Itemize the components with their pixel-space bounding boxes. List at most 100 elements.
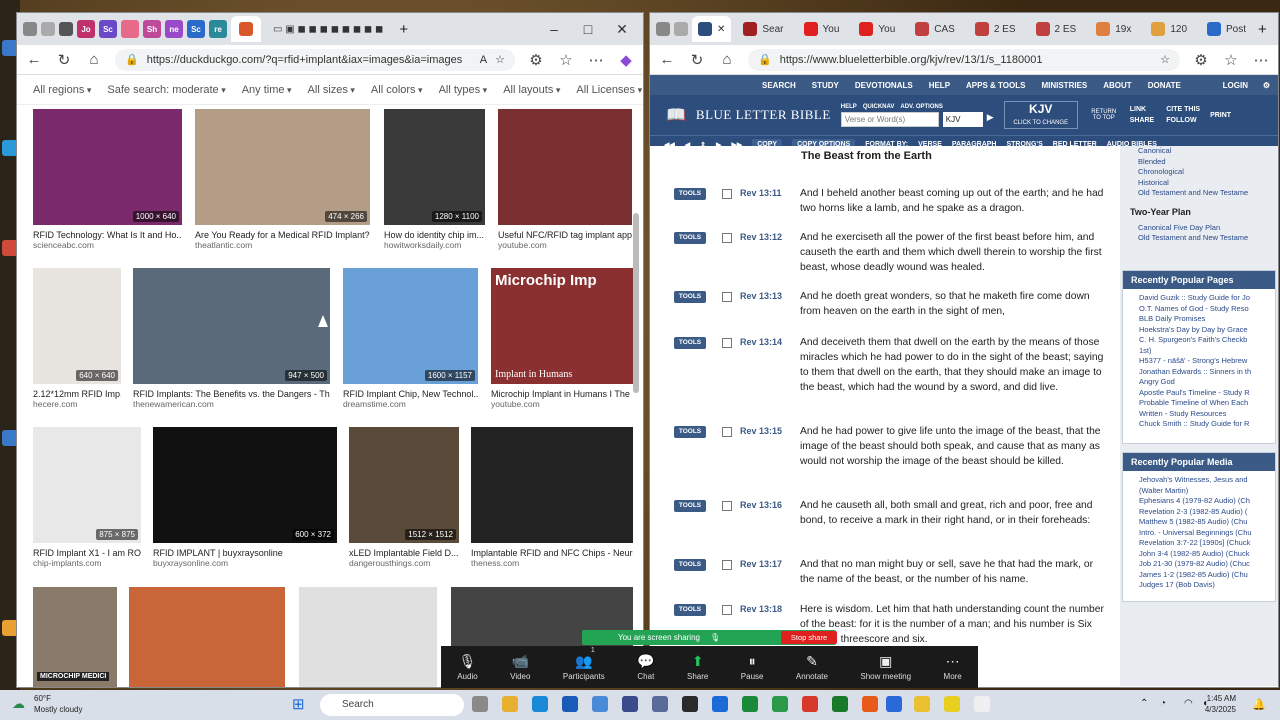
stop-share-button[interactable]: Stop share: [781, 631, 837, 644]
nav-devotionals[interactable]: DEVOTIONALS: [855, 81, 913, 90]
tab[interactable]: CAS: [907, 16, 963, 42]
profile-icon[interactable]: [23, 22, 37, 36]
tab-active-duckduckgo[interactable]: [231, 16, 261, 42]
image-title[interactable]: 2.12*12mm RFID Imp...: [33, 389, 121, 399]
blb-logo-icon[interactable]: 📖: [666, 105, 686, 125]
image-result-card[interactable]: 1000 × 640 RFID Technology: What Is It an…: [33, 109, 182, 250]
tab[interactable]: 2 ES: [967, 16, 1024, 42]
nav-help[interactable]: HELP: [929, 81, 950, 90]
verse-reference[interactable]: Rev 13:16: [740, 500, 800, 528]
image-title[interactable]: Useful NFC/RFID tag implant applic...: [498, 230, 632, 240]
verse-reference[interactable]: Rev 13:17: [740, 559, 800, 587]
verse-search-input[interactable]: Verse or Word(s): [840, 111, 939, 127]
tools-button[interactable]: TOOLS: [674, 500, 706, 512]
nav-ministries[interactable]: MINISTRIES: [1041, 81, 1087, 90]
nav-apps-tools[interactable]: APPS & TOOLS: [966, 81, 1025, 90]
image-result-card[interactable]: 640 × 640 2.12*12mm RFID Imp... hecere.com: [33, 268, 121, 409]
image-source[interactable]: scienceabc.com: [33, 240, 182, 250]
copy-verse-icon[interactable]: [722, 338, 732, 348]
verse-reference[interactable]: Rev 13:12: [740, 232, 800, 275]
sidebar-link[interactable]: Written - Study Resources: [1139, 409, 1271, 420]
scrollbar[interactable]: [633, 213, 639, 393]
sidebar-link[interactable]: 1st): [1139, 346, 1271, 357]
settings-app-icon[interactable]: [652, 696, 668, 712]
quicknav-link[interactable]: QUICKNAV: [863, 104, 895, 110]
image-title[interactable]: RFID Implant Chip, New Technol...: [343, 389, 478, 399]
image-result-card[interactable]: Microchip Imp Implant in Humans Microchip …: [491, 268, 633, 409]
tab[interactable]: 2 ES: [1028, 16, 1085, 42]
image-thumbnail[interactable]: 875 × 875: [33, 427, 141, 543]
favorites-icon[interactable]: ☆: [1222, 51, 1240, 69]
search-go-button[interactable]: ▶: [987, 112, 994, 127]
sidebar-link[interactable]: C. H. Spurgeon's Faith's Checkb: [1139, 335, 1271, 346]
copy-verse-icon[interactable]: [722, 560, 732, 570]
image-source[interactable]: chip-implants.com: [33, 558, 141, 568]
new-tab-button[interactable]: +: [1258, 21, 1267, 38]
sidebar-link[interactable]: Old Testament and New Testame: [1138, 233, 1272, 244]
tab-favicon[interactable]: Jo: [77, 20, 95, 38]
sidebar-link[interactable]: Canonical Five Day Plan: [1138, 223, 1272, 234]
image-source[interactable]: dreamstime.com: [343, 399, 478, 409]
tab-favicon[interactable]: [121, 20, 139, 38]
image-thumbnail[interactable]: [498, 109, 632, 225]
version-select[interactable]: KJV: [942, 111, 983, 127]
network-icon[interactable]: ◔: [1160, 698, 1166, 709]
tools-button[interactable]: TOOLS: [674, 559, 706, 571]
sidebar-link[interactable]: Historical: [1138, 178, 1272, 189]
image-source[interactable]: buyxraysonline.com: [153, 558, 337, 568]
help-link[interactable]: HELP: [841, 104, 857, 110]
sidebar-link[interactable]: Chuck Smith :: Study Guide for R: [1139, 419, 1271, 430]
image-source[interactable]: youtube.com: [491, 399, 633, 409]
image-thumbnail[interactable]: [129, 587, 285, 687]
sidebar-link[interactable]: Jonathan Edwards :: Sinners in th: [1139, 367, 1271, 378]
verse-reference[interactable]: Rev 13:14: [740, 337, 800, 395]
image-result-card[interactable]: Useful NFC/RFID tag implant applic...you…: [498, 109, 632, 250]
copy-verse-icon[interactable]: [722, 501, 732, 511]
filter-size[interactable]: All sizes: [308, 84, 355, 96]
app-icon[interactable]: [712, 696, 728, 712]
sidebar-link[interactable]: Revelation 3:7-22 [1990s] (Chuck: [1139, 538, 1271, 549]
read-aloud-icon[interactable]: A: [480, 54, 487, 66]
image-source[interactable]: howitworksdaily.com: [384, 240, 485, 250]
file-explorer-icon[interactable]: [502, 696, 518, 712]
nav-donate[interactable]: DONATE: [1148, 81, 1181, 90]
image-result-card[interactable]: [129, 587, 285, 687]
copy-verse-icon[interactable]: [722, 189, 732, 199]
refresh-icon[interactable]: ↻: [55, 51, 73, 69]
settings-icon[interactable]: ⚙: [1263, 81, 1270, 90]
follow-button[interactable]: FOLLOW: [1166, 117, 1200, 124]
image-title[interactable]: RFID IMPLANT | buyxraysonline: [153, 548, 337, 558]
profile-icon[interactable]: [656, 22, 670, 36]
edge-icon[interactable]: [532, 696, 548, 712]
image-title[interactable]: Microchip Implant in Humans I The F...: [491, 389, 633, 399]
workspaces-icon[interactable]: [41, 22, 55, 36]
login-link[interactable]: LOGIN: [1223, 81, 1248, 90]
image-thumbnail[interactable]: 600 × 372: [153, 427, 337, 543]
zoom-audio-button[interactable]: 🎙 Audio: [457, 653, 477, 681]
app-icon[interactable]: [772, 696, 788, 712]
home-icon[interactable]: ⌂: [718, 51, 736, 68]
sidebar-link[interactable]: Revelation 2-3 (1982-85 Audio) (: [1139, 507, 1271, 518]
sidebar-link[interactable]: Hoekstra's Day by Day by Grace: [1139, 325, 1271, 336]
sidebar-link[interactable]: Job 21-30 (1979-82 Audio) (Chuc: [1139, 559, 1271, 570]
extensions-icon[interactable]: ⚙: [527, 51, 545, 69]
tab-favicon[interactable]: re: [209, 20, 227, 38]
image-title[interactable]: How do identity chip im...: [384, 230, 485, 240]
sidebar-link[interactable]: Jehovah's Witnesses, Jesus and: [1139, 475, 1271, 486]
app-icon[interactable]: [914, 696, 930, 712]
image-source[interactable]: theness.com: [471, 558, 633, 568]
tools-button[interactable]: TOOLS: [674, 426, 706, 438]
image-thumbnail[interactable]: 1280 × 1100: [384, 109, 485, 225]
image-result-card[interactable]: 947 × 500 RFID Implants: The Benefits vs.…: [133, 268, 330, 409]
image-thumbnail[interactable]: 640 × 640: [33, 268, 121, 384]
copy-verse-icon[interactable]: [722, 292, 732, 302]
maximize-button[interactable]: □: [571, 21, 605, 37]
share-button[interactable]: SHARE: [1130, 117, 1155, 124]
zoom-more-button[interactable]: ⋯ More: [944, 653, 962, 681]
nav-search[interactable]: SEARCH: [762, 81, 796, 90]
app-icon[interactable]: [944, 696, 960, 712]
kjv-version-button[interactable]: KJV CLICK TO CHANGE: [1003, 101, 1078, 129]
image-source[interactable]: dangerousthings.com: [349, 558, 459, 568]
image-title[interactable]: RFID Technology: What Is It and Ho...: [33, 230, 182, 240]
sidebar-link[interactable]: Angry God: [1139, 377, 1271, 388]
